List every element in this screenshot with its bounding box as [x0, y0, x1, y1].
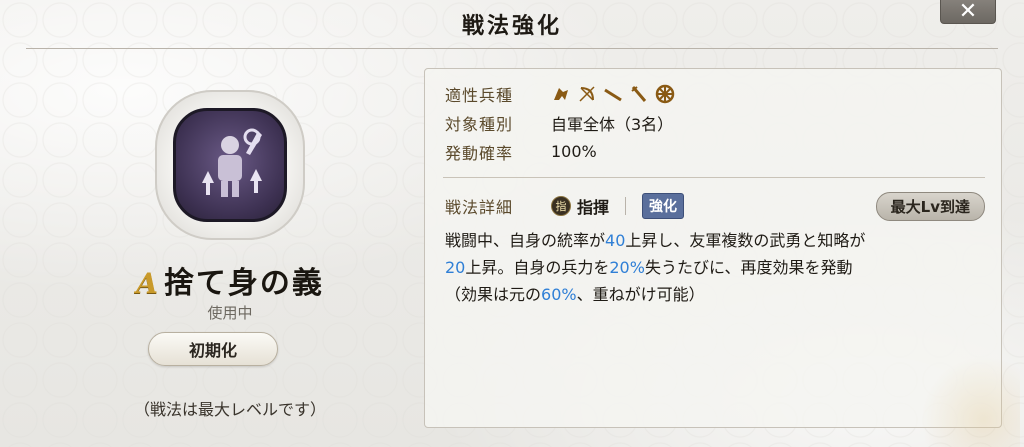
close-icon: ✕ — [958, 0, 978, 24]
skill-grade: A — [136, 267, 158, 300]
troop-row: 適性兵種 — [445, 79, 675, 108]
rate-row: 発動確率 100% — [445, 137, 675, 166]
command-type: 指揮 — [577, 198, 610, 217]
troop-label: 適性兵種 — [445, 85, 514, 105]
target-label: 対象種別 — [445, 114, 514, 134]
desc-text: （効果は元の — [445, 285, 542, 304]
panel-divider — [443, 177, 985, 178]
header-divider — [26, 48, 998, 49]
rate-value: 100% — [551, 142, 597, 161]
cavalry-icon — [554, 87, 568, 100]
command-type-icon: 指 — [551, 196, 571, 216]
target-value: 自軍全体（3名） — [551, 114, 674, 134]
target-row: 対象種別 自軍全体（3名） — [445, 108, 675, 137]
desc-text: 失うたびに、再度効果を発動 — [644, 258, 853, 277]
header: 戦法強化 — [0, 0, 1024, 46]
spear-icon — [604, 88, 622, 101]
close-button[interactable]: ✕ — [940, 0, 996, 24]
reset-button[interactable]: 初期化 — [148, 332, 278, 366]
skill-description: 戦闘中、自身の統率が40上昇し、友軍複数の武勇と知略が 20上昇。自身の兵力を2… — [445, 227, 997, 308]
page-title: 戦法強化 — [461, 13, 562, 39]
desc-text: 上昇し、友軍複数の武勇と知略が — [625, 231, 866, 250]
rate-label: 発動確率 — [445, 143, 514, 163]
skill-name: 捨て身の義 — [163, 266, 324, 301]
bow-icon — [579, 85, 595, 102]
max-level-badge: 最大Lv到達 — [875, 192, 985, 221]
info-table: 適性兵種 対象種別 自軍全体（3名） 発動確率 100% — [445, 79, 675, 166]
skill-status: 使用中 — [207, 304, 253, 322]
desc-number: 60% — [541, 285, 577, 304]
desc-number: 20 — [445, 258, 466, 277]
detail-label: 戦法詳細 — [445, 198, 514, 217]
decorative-flower — [900, 357, 1020, 447]
warrior-icon — [202, 128, 262, 197]
desc-text: 、重ねがけ可能） — [576, 285, 705, 304]
desc-text: 上昇。自身の兵力を — [465, 258, 610, 277]
enhance-badge: 強化 — [642, 193, 685, 219]
sword-icon — [631, 85, 647, 102]
wheel-icon — [655, 84, 675, 103]
desc-number: 40 — [605, 231, 626, 250]
skill-title: A 捨て身の義 — [60, 258, 400, 302]
max-level-note: （戦法は最大レベルです） — [133, 400, 326, 419]
skill-summary: A 捨て身の義 使用中 初期化 （戦法は最大レベルです） — [60, 60, 400, 440]
desc-number: 20% — [609, 258, 645, 277]
skill-emblem — [155, 90, 305, 240]
troop-icons — [551, 84, 675, 104]
desc-text: 戦闘中、自身の統率が — [445, 231, 606, 250]
detail-header: 戦法詳細 指 指揮 強化 最大Lv到達 — [445, 191, 985, 221]
skill-icon — [173, 108, 287, 222]
separator — [625, 197, 627, 215]
